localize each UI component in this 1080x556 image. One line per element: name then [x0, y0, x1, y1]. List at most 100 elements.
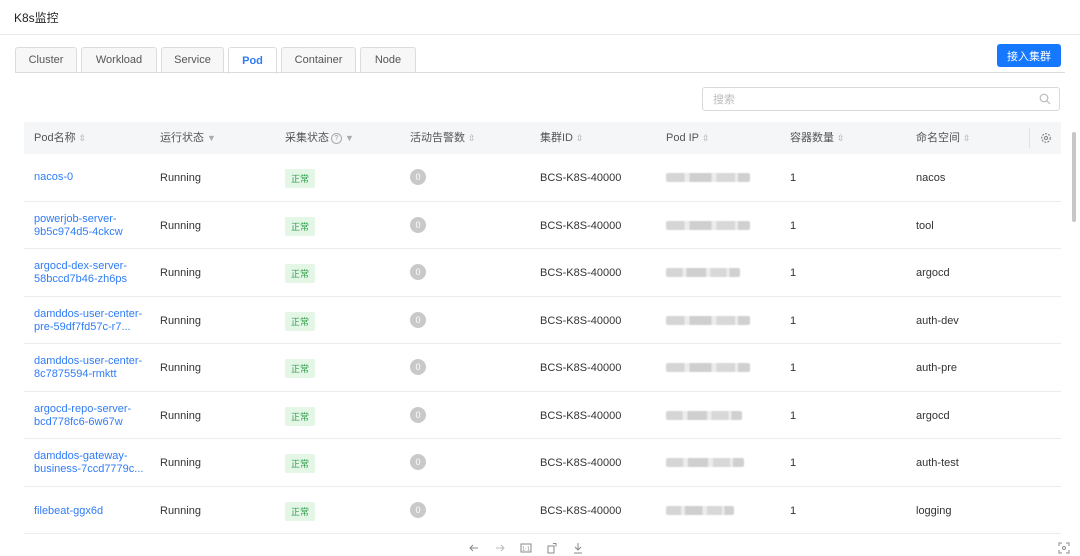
- scrollbar-thumb[interactable]: [1072, 132, 1076, 222]
- namespace: auth-dev: [916, 314, 959, 327]
- sort-icon[interactable]: ⇳: [79, 133, 87, 143]
- redacted-ip: [666, 268, 740, 277]
- run-status: Running: [160, 362, 201, 374]
- col-run-status[interactable]: 运行状态 ▼: [160, 122, 216, 154]
- pod-ip-redacted: [666, 363, 750, 375]
- tab-service[interactable]: Service: [161, 47, 224, 72]
- run-status: Running: [160, 409, 201, 422]
- pod-ip-redacted: [666, 173, 750, 185]
- table-header: Pod名称 ⇳ 运行状态 ▼ 采集状态? ▼ 活动告警数 ⇳ 集群ID ⇳ Pod IP ⇳…: [24, 122, 1061, 154]
- arrow-left-icon[interactable]: [468, 542, 480, 554]
- pod-name-link[interactable]: filebeat-ggx6d: [34, 505, 146, 518]
- cluster-id: BCS-K8S-40000: [540, 172, 622, 184]
- pod-name-link[interactable]: argocd-repo-server-bcd778fc6-6w67w: [34, 403, 146, 429]
- tab-workload[interactable]: Workload: [81, 47, 157, 72]
- pod-name-link[interactable]: argocd-dex-server-58bccd7b46-zh6ps: [34, 260, 146, 286]
- col-active-alarms[interactable]: 活动告警数 ⇳: [410, 122, 476, 154]
- redacted-ip: [666, 505, 734, 515]
- namespace: argocd: [916, 409, 950, 422]
- container-count: 1: [790, 504, 797, 517]
- actual-size-icon[interactable]: 1:1: [520, 542, 532, 554]
- pod-table: Pod名称 ⇳ 运行状态 ▼ 采集状态? ▼ 活动告警数 ⇳ 集群ID ⇳ Pod IP ⇳…: [24, 122, 1061, 534]
- sort-icon[interactable]: ⇳: [702, 133, 710, 143]
- sort-icon[interactable]: ⇳: [576, 133, 584, 143]
- namespace: argocd: [916, 267, 950, 279]
- collect-status-badge: 正常: [285, 264, 316, 283]
- alarm-count: 0: [410, 501, 426, 518]
- col-cluster-id[interactable]: 集群ID ⇳: [540, 122, 584, 154]
- pod-ip-redacted: [666, 505, 734, 518]
- namespace: auth-test: [916, 457, 959, 469]
- connect-cluster-button[interactable]: 接入集群: [997, 44, 1061, 67]
- table-row: powerjob-server-9b5c974d5-4ckcw Running …: [24, 202, 1061, 249]
- sort-icon[interactable]: ⇳: [963, 133, 971, 143]
- cluster-id: BCS-K8S-40000: [540, 362, 622, 374]
- container-count: 1: [790, 267, 797, 279]
- pod-name-link[interactable]: damddos-user-center-8c7875594-rmktt: [34, 355, 146, 381]
- redacted-ip: [666, 220, 750, 230]
- search-box: [702, 87, 1060, 111]
- table-body: nacos-0 Running 正常 0 BCS-K8S-40000 1 nac…: [24, 154, 1061, 534]
- col-collect-status[interactable]: 采集状态? ▼: [285, 122, 354, 154]
- fullscreen-icon[interactable]: [1058, 542, 1070, 554]
- redacted-ip: [666, 173, 750, 182]
- top-bar: K8s监控: [0, 0, 1080, 35]
- arrow-right-icon[interactable]: [494, 542, 506, 554]
- filter-icon[interactable]: ▼: [345, 133, 354, 143]
- sort-icon[interactable]: ⇳: [468, 133, 476, 143]
- help-icon[interactable]: ?: [331, 132, 342, 144]
- cluster-id: BCS-K8S-40000: [540, 267, 622, 279]
- alarm-count: 0: [410, 359, 426, 375]
- table-row: argocd-dex-server-58bccd7b46-zh6ps Runni…: [24, 249, 1061, 297]
- pod-name-link[interactable]: powerjob-server-9b5c974d5-4ckcw: [34, 213, 146, 239]
- collect-status-badge: 正常: [285, 501, 316, 521]
- collect-status-badge: 正常: [285, 406, 316, 426]
- run-status: Running: [160, 504, 201, 517]
- search-input[interactable]: [711, 89, 1035, 111]
- tab-pod[interactable]: Pod: [228, 47, 277, 74]
- container-count: 1: [790, 409, 797, 422]
- tab-container[interactable]: Container: [281, 47, 356, 72]
- table-row: argocd-repo-server-bcd778fc6-6w67w Runni…: [24, 392, 1061, 439]
- search-icon[interactable]: [1039, 93, 1051, 105]
- filter-icon[interactable]: ▼: [207, 133, 216, 143]
- rotate-icon[interactable]: [546, 542, 558, 554]
- collect-status-badge: 正常: [285, 359, 316, 378]
- pod-ip-redacted: [666, 268, 740, 280]
- namespace: logging: [916, 504, 952, 517]
- collect-status-badge: 正常: [285, 216, 316, 236]
- namespace: auth-pre: [916, 362, 957, 374]
- pod-name-link[interactable]: damddos-gateway-business-7ccd7779c...: [34, 450, 146, 476]
- tab-node[interactable]: Node: [360, 47, 416, 72]
- cluster-id: BCS-K8S-40000: [540, 219, 622, 232]
- pod-name-link[interactable]: nacos-0: [34, 171, 146, 184]
- run-status: Running: [160, 219, 201, 232]
- pod-ip-redacted: [666, 315, 750, 328]
- sort-icon[interactable]: ⇳: [837, 133, 845, 143]
- container-count: 1: [790, 219, 797, 232]
- settings-icon[interactable]: [1040, 132, 1052, 144]
- redacted-ip: [666, 410, 742, 420]
- alarm-count: 0: [410, 169, 426, 185]
- container-count: 1: [790, 457, 797, 469]
- namespace: nacos: [916, 172, 946, 184]
- col-pod-ip[interactable]: Pod IP ⇳: [666, 122, 710, 154]
- container-count: 1: [790, 172, 797, 184]
- download-icon[interactable]: [572, 542, 584, 554]
- col-namespace[interactable]: 命名空间 ⇳: [916, 122, 971, 154]
- col-pod-name[interactable]: Pod名称 ⇳: [34, 122, 86, 154]
- alarm-count: 0: [410, 264, 426, 280]
- namespace: tool: [916, 219, 934, 232]
- tab-underline: [15, 72, 1065, 73]
- redacted-ip: [666, 458, 744, 467]
- container-count: 1: [790, 314, 797, 327]
- col-container-count[interactable]: 容器数量 ⇳: [790, 122, 845, 154]
- tab-cluster[interactable]: Cluster: [15, 47, 77, 72]
- run-status: Running: [160, 457, 201, 469]
- run-status: Running: [160, 314, 201, 327]
- pod-name-link[interactable]: damddos-user-center-pre-59df7fd57c-r7...: [34, 308, 146, 334]
- container-count: 1: [790, 362, 797, 374]
- tab-bar: Cluster Workload Service Pod Container N…: [15, 47, 420, 74]
- header-divider: [1029, 128, 1030, 148]
- table-row: damddos-user-center-pre-59df7fd57c-r7...…: [24, 297, 1061, 344]
